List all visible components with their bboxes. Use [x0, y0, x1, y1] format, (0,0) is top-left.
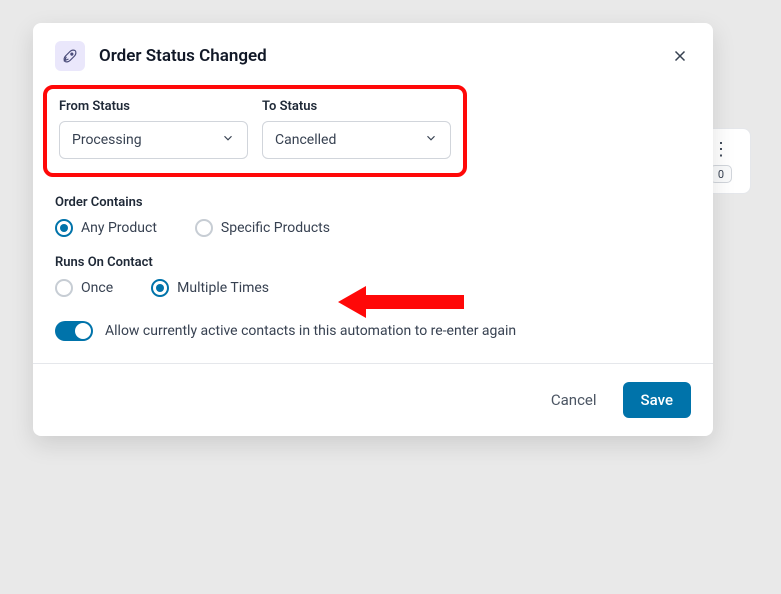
radio-icon	[195, 219, 213, 237]
from-status-label: From Status	[59, 99, 248, 114]
status-selectors-highlight: From Status Processing To Status Cancell…	[43, 85, 467, 177]
order-contains-label: Order Contains	[55, 195, 691, 210]
radio-multiple-times[interactable]: Multiple Times	[151, 279, 269, 297]
to-status-value: Cancelled	[275, 132, 336, 148]
from-status-field: From Status Processing	[59, 99, 248, 159]
modal-body: From Status Processing To Status Cancell…	[33, 85, 713, 363]
radio-icon	[151, 279, 169, 297]
runs-on-contact-label: Runs On Contact	[55, 255, 691, 270]
save-button[interactable]: Save	[623, 382, 691, 418]
rocket-icon	[55, 41, 85, 71]
modal-header: Order Status Changed	[33, 23, 713, 85]
radio-icon	[55, 279, 73, 297]
runs-on-contact-options: Once Multiple Times	[55, 279, 691, 297]
chevron-down-icon	[424, 131, 438, 149]
kebab-menu-icon[interactable]: ⋮	[712, 139, 730, 160]
chevron-down-icon	[221, 131, 235, 149]
to-status-label: To Status	[262, 99, 451, 114]
radio-label: Specific Products	[221, 220, 330, 236]
radio-once[interactable]: Once	[55, 279, 113, 297]
cancel-button[interactable]: Cancel	[543, 385, 605, 415]
radio-any-product[interactable]: Any Product	[55, 219, 157, 237]
radio-label: Any Product	[81, 220, 157, 236]
reenter-toggle-label: Allow currently active contacts in this …	[105, 323, 516, 339]
from-status-value: Processing	[72, 132, 142, 148]
radio-label: Once	[81, 280, 113, 296]
radio-label: Multiple Times	[177, 280, 269, 296]
count-badge: 0	[710, 165, 732, 183]
from-status-select[interactable]: Processing	[59, 121, 248, 159]
to-status-select[interactable]: Cancelled	[262, 121, 451, 159]
order-status-changed-modal: Order Status Changed From Status Process…	[33, 23, 713, 436]
radio-icon	[55, 219, 73, 237]
to-status-field: To Status Cancelled	[262, 99, 451, 159]
close-icon[interactable]	[669, 45, 691, 67]
radio-specific-products[interactable]: Specific Products	[195, 219, 330, 237]
modal-footer: Cancel Save	[33, 363, 713, 436]
modal-title: Order Status Changed	[99, 46, 669, 66]
reenter-toggle-row: Allow currently active contacts in this …	[55, 321, 691, 341]
order-contains-options: Any Product Specific Products	[55, 219, 691, 237]
reenter-toggle[interactable]	[55, 321, 93, 341]
